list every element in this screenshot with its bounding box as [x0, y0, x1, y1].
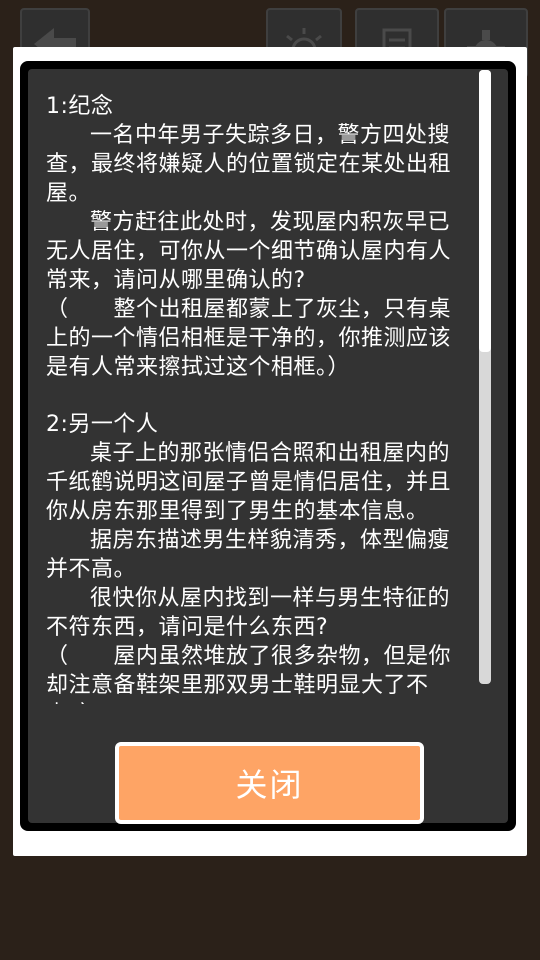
- question-paragraph: 一名中年男子失踪多日，警方四处搜查，最终将嫌疑人的位置锁定在某处出租屋。: [46, 123, 452, 206]
- question-paragraph: 桌子上的那张情侣合照和出租屋内的千纸鹤说明这间屋子曾是情侣居住，并且你从房东那里…: [46, 441, 452, 524]
- answer-hint: （ 屋内虽然堆放了很多杂物，但是你却注意备鞋架里那双男士鞋明显大了不少。）: [46, 644, 452, 704]
- question-paragraph: 警方赶往此处时，发现屋内积灰早已无人居住，可你从一个细节确认屋内有人常来，请问从…: [46, 210, 452, 293]
- question-title: 1:纪念: [46, 94, 114, 119]
- close-button[interactable]: 关闭: [115, 742, 424, 824]
- app-root: 1:纪念一名中年男子失踪多日，警方四处搜查，最终将嫌疑人的位置锁定在某处出租屋。…: [0, 0, 540, 960]
- scrollbar-thumb[interactable]: [479, 70, 491, 352]
- question-paragraph: 很快你从屋内找到一样与男生特征的不符东西，请问是什么东西?: [46, 586, 451, 640]
- question-paragraph: 据房东描述男生样貌清秀，体型偏瘦并不高。: [46, 528, 451, 582]
- questions-scroll-list[interactable]: 1:纪念一名中年男子失踪多日，警方四处搜查，最终将嫌疑人的位置锁定在某处出租屋。…: [46, 92, 472, 704]
- question-entry: 1:纪念一名中年男子失踪多日，警方四处搜查，最终将嫌疑人的位置锁定在某处出租屋。…: [46, 92, 472, 382]
- scrollbar[interactable]: [479, 70, 491, 684]
- question-entry: 2:另一个人桌子上的那张情侣合照和出租屋内的千纸鹤说明这间屋子曾是情侣居住，并且…: [46, 410, 472, 704]
- answer-hint: （ 整个出租屋都蒙上了灰尘，只有桌上的一个情侣相框是干净的，你推测应该是有人常来…: [46, 297, 452, 380]
- question-title: 2:另一个人: [46, 412, 159, 437]
